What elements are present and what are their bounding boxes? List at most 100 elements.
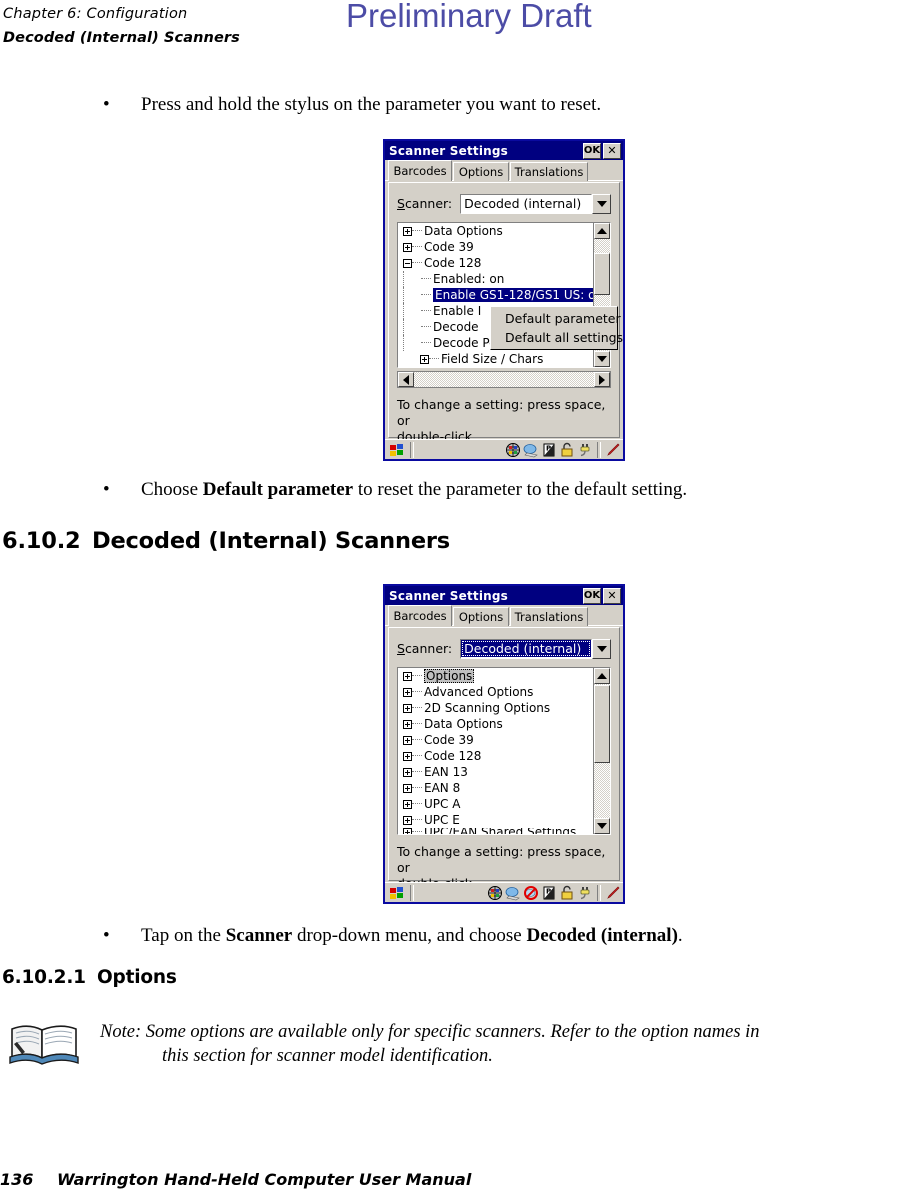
power-p-icon[interactable]: P [541, 442, 557, 458]
expand-plus-icon[interactable] [403, 719, 412, 729]
context-menu-1[interactable]: Default parameter Default all settings [490, 306, 623, 350]
collapse-minus-icon[interactable] [403, 258, 412, 268]
taskbar-2[interactable]: P [385, 882, 623, 902]
start-flag-icon[interactable] [386, 884, 408, 902]
tree-item-enable-gs1-selected[interactable]: Enable GS1-128/GS1 US: on [398, 287, 593, 303]
menu-item-default-parameter[interactable]: Default parameter [491, 309, 621, 328]
system-tray-2[interactable]: P [487, 884, 623, 901]
expand-plus-icon[interactable] [403, 735, 412, 745]
tree-item-label: Code 128 [424, 749, 482, 763]
expand-plus-icon[interactable] [403, 242, 412, 252]
tree-item-ean-13[interactable]: EAN 13 [398, 764, 593, 780]
tree-item-label: Options [424, 669, 475, 683]
tree-item-field-size-chars[interactable]: Field Size / Chars [398, 351, 593, 367]
taskbar-1[interactable]: P [385, 439, 623, 459]
ok-button-2[interactable]: OK [583, 587, 601, 604]
tree-vertical-scrollbar-2[interactable] [593, 668, 610, 834]
tab-translations-1[interactable]: Translations [510, 162, 588, 181]
scroll-left-arrow-icon[interactable] [398, 372, 414, 387]
page-number: 136 [0, 1170, 34, 1189]
scrollbar-track[interactable] [414, 372, 594, 387]
ok-button-1[interactable]: OK [583, 142, 601, 159]
tree-item-upc-a[interactable]: UPC A [398, 796, 593, 812]
lock-icon[interactable] [559, 442, 575, 458]
titlebar-1: Scanner Settings OK ✕ [385, 141, 623, 160]
tree-item-options[interactable]: Options [398, 668, 593, 684]
open-book-note-icon [8, 1020, 80, 1066]
lock-icon[interactable] [559, 885, 575, 901]
scanner-dropdown-1[interactable]: Decoded (internal) [460, 193, 611, 214]
tab-options-2[interactable]: Options [453, 607, 509, 626]
scrollbar-thumb[interactable] [594, 685, 610, 763]
expand-plus-icon[interactable] [403, 687, 412, 697]
scroll-right-arrow-icon[interactable] [594, 372, 610, 387]
tree-item-code-39[interactable]: Code 39 [398, 239, 593, 255]
plug-icon[interactable] [577, 885, 593, 901]
expand-plus-icon[interactable] [403, 226, 412, 236]
titlebar-2: Scanner Settings OK ✕ [385, 586, 623, 605]
expand-plus-icon[interactable] [403, 767, 412, 777]
stylus-pen-icon[interactable] [605, 885, 621, 901]
power-p-icon[interactable]: P [541, 885, 557, 901]
expand-plus-icon[interactable] [403, 783, 412, 793]
scanner-dropdown-value-1[interactable]: Decoded (internal) [460, 193, 592, 214]
preliminary-draft-watermark: Preliminary Draft [346, 0, 592, 34]
barcode-tree-list-2[interactable]: Options Advanced Options 2D Scanning Opt… [398, 668, 593, 834]
desktop-icon[interactable] [523, 442, 539, 458]
scanner-settings-window-1[interactable]: Scanner Settings OK ✕ Barcodes Options T… [383, 139, 625, 461]
bullet-item-press-hold: • Press and hold the stylus on the param… [103, 93, 803, 117]
stylus-pen-icon[interactable] [605, 442, 621, 458]
scroll-down-arrow-icon[interactable] [594, 818, 610, 834]
bullet-item-choose-default: • Choose Default parameter to reset the … [103, 478, 863, 502]
tree-horizontal-scrollbar-1[interactable] [397, 371, 611, 388]
expand-plus-icon[interactable] [403, 815, 412, 825]
tab-options-1[interactable]: Options [453, 162, 509, 181]
expand-plus-icon[interactable] [420, 354, 429, 364]
network-globe-icon[interactable] [487, 885, 503, 901]
scanner-dropdown-2[interactable]: Decoded (internal) [460, 638, 611, 659]
tab-translations-2[interactable]: Translations [510, 607, 588, 626]
scrollbar-thumb[interactable] [594, 253, 610, 295]
header-chapter: Chapter 6: Configuration [3, 6, 188, 22]
chevron-down-icon[interactable] [592, 638, 611, 659]
expand-plus-icon[interactable] [403, 751, 412, 761]
expand-plus-icon[interactable] [403, 671, 412, 681]
start-flag-icon[interactable] [386, 441, 408, 459]
tree-item-code-128[interactable]: Code 128 [398, 255, 593, 271]
system-tray-1[interactable]: P [505, 441, 623, 458]
tree-item-upc-e[interactable]: UPC E [398, 812, 593, 828]
tree-item-code-128[interactable]: Code 128 [398, 748, 593, 764]
expand-plus-icon[interactable] [403, 703, 412, 713]
tree-item-enabled-on[interactable]: Enabled: on [398, 271, 593, 287]
tree-item-data-options[interactable]: Data Options [398, 716, 593, 732]
scroll-down-arrow-icon[interactable] [594, 351, 610, 367]
chevron-down-icon[interactable] [592, 193, 611, 214]
scroll-up-arrow-icon[interactable] [594, 223, 610, 239]
scroll-up-arrow-icon[interactable] [594, 668, 610, 684]
blocked-icon[interactable] [523, 885, 539, 901]
barcode-tree-2[interactable]: Options Advanced Options 2D Scanning Opt… [397, 667, 611, 835]
menu-item-default-all-settings[interactable]: Default all settings [491, 328, 623, 347]
tab-barcodes-2[interactable]: Barcodes [388, 605, 452, 626]
heading-6-10-2-1: 6.10.2.1 Options [2, 967, 177, 988]
network-globe-icon[interactable] [505, 442, 521, 458]
scanner-dropdown-value-2[interactable]: Decoded (internal) [460, 638, 592, 659]
tree-item-data-options[interactable]: Data Options [398, 223, 593, 239]
bullet-text-mid: drop-down menu, and choose [292, 925, 527, 946]
tree-item-upc-ean-shared-settings[interactable]: UPC/EAN Shared Settings [398, 828, 593, 834]
expand-plus-icon[interactable] [403, 828, 412, 834]
scanner-settings-window-2[interactable]: Scanner Settings OK ✕ Barcodes Options T… [383, 584, 625, 904]
expand-plus-icon[interactable] [403, 799, 412, 809]
tree-item-code-39[interactable]: Code 39 [398, 732, 593, 748]
close-button-1[interactable]: ✕ [603, 142, 621, 159]
desktop-icon[interactable] [505, 885, 521, 901]
tree-item-2d-scanning-options[interactable]: 2D Scanning Options [398, 700, 593, 716]
close-button-2[interactable]: ✕ [603, 587, 621, 604]
tree-item-ean-8[interactable]: EAN 8 [398, 780, 593, 796]
taskbar-divider [597, 884, 601, 901]
plug-icon[interactable] [577, 442, 593, 458]
page-footer: 136 Warrington Hand-Held Computer User Ma… [0, 1170, 471, 1189]
tab-barcodes-1[interactable]: Barcodes [388, 160, 452, 181]
scanner-label-2: Scanner: [397, 641, 453, 656]
tree-item-advanced-options[interactable]: Advanced Options [398, 684, 593, 700]
